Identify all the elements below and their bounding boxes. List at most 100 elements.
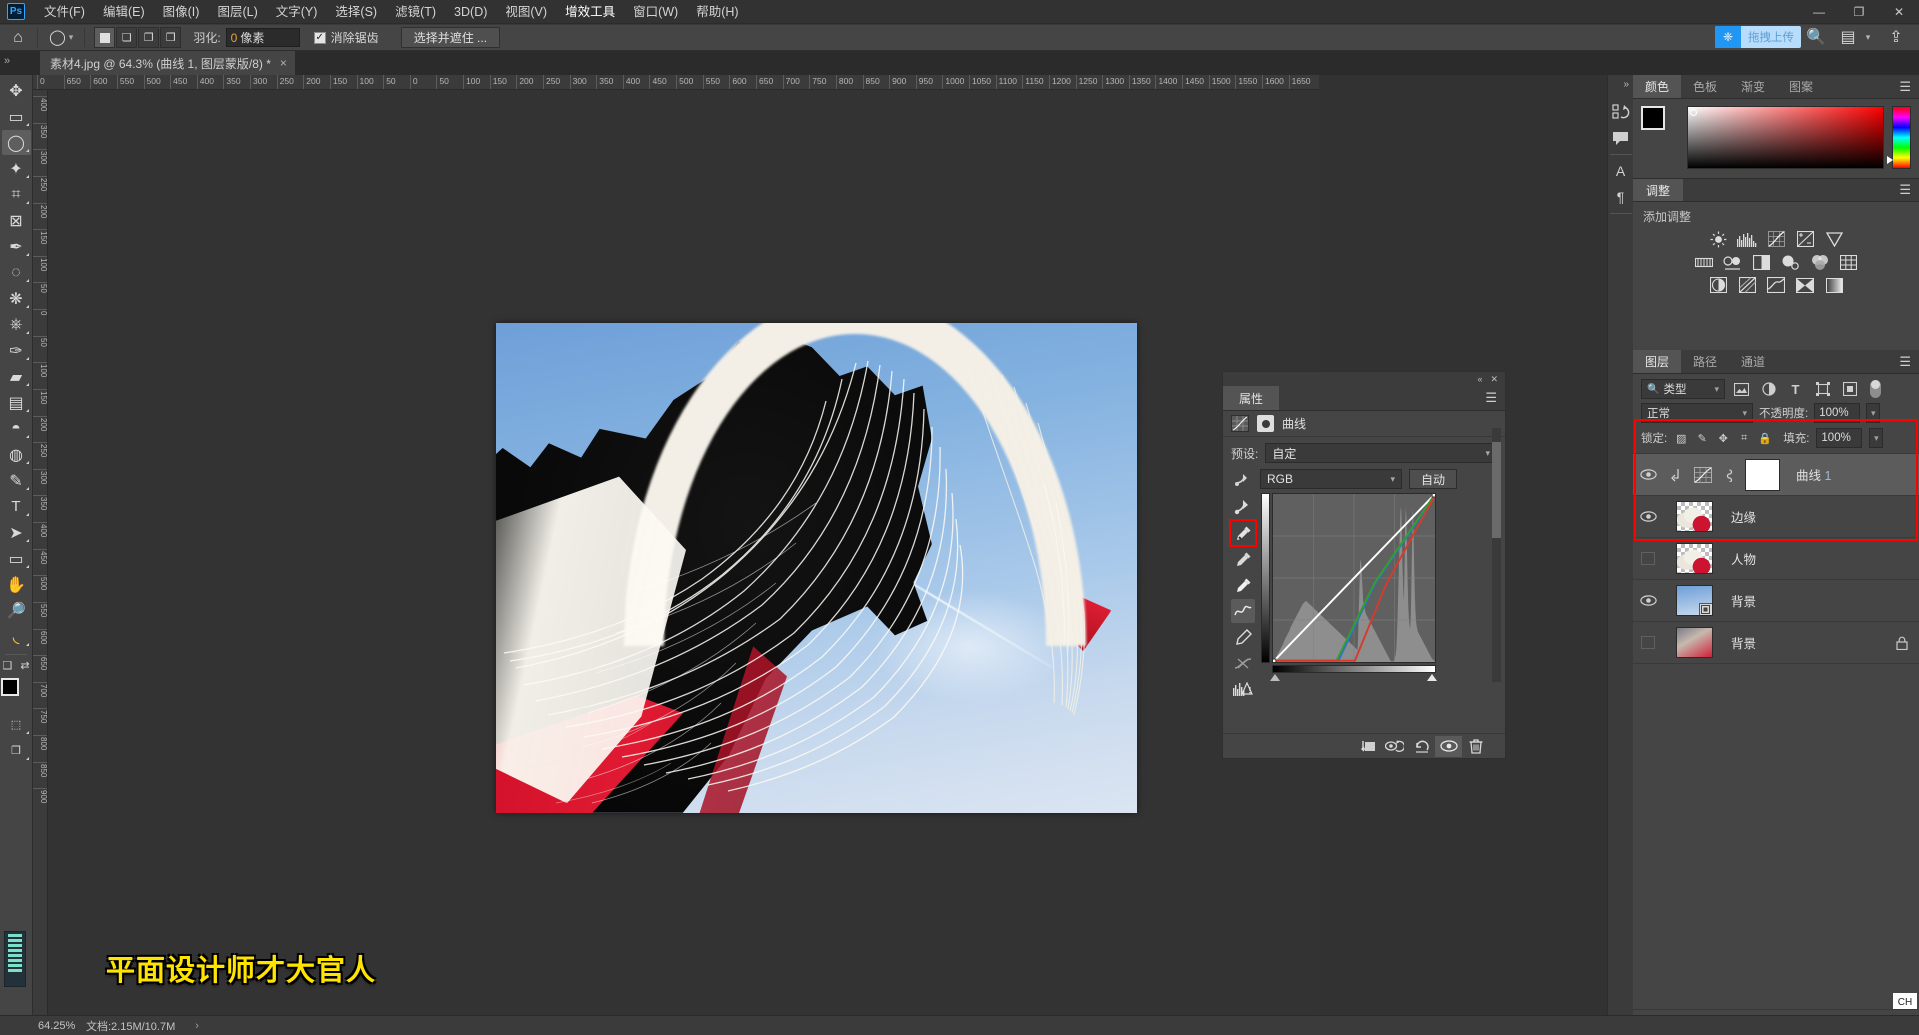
panel-menu-icon[interactable]: ☰ [1891,75,1919,98]
vibrance-icon[interactable] [1824,230,1844,248]
search-icon[interactable]: 🔍 [1805,26,1827,48]
layer-thumbnail[interactable] [1663,627,1725,658]
lock-image-pixels-icon[interactable]: ✎ [1695,430,1709,446]
curves-icon[interactable] [1766,230,1786,248]
spot-healing-brush-tool[interactable]: ◌ [2,260,31,285]
character-icon[interactable]: A [1609,158,1633,184]
restore-icon[interactable]: ❐ [1839,0,1879,24]
eraser-tool[interactable]: ▰ [2,364,31,389]
menu-type[interactable]: 文字(Y) [267,1,327,23]
select-and-mask-button[interactable]: 选择并遮住 ... [400,27,501,48]
menu-window[interactable]: 窗口(W) [624,1,687,23]
filter-kind-dropdown[interactable]: 🔍 类型 ▾ [1641,379,1725,399]
feather-input[interactable]: 0 像素 [225,28,300,47]
lock-all-icon[interactable]: 🔒 [1758,430,1772,446]
hue-slider-thumb[interactable] [1887,156,1893,164]
filter-shape-icon[interactable] [1812,379,1833,399]
blend-mode-dropdown[interactable]: 正常 ▾ [1641,403,1753,423]
hand-tool[interactable]: ✋ [2,572,31,597]
delete-adjustment-button[interactable] [1462,736,1489,757]
notes-icon[interactable] [1609,125,1633,151]
selective-color-icon[interactable] [1795,276,1815,294]
history-brush-tool[interactable]: ✑ [2,338,31,363]
lock-artboard-icon[interactable]: ⌗ [1737,430,1751,446]
photo-filter-icon[interactable] [1781,253,1801,271]
toggle-visibility-button[interactable] [1435,735,1462,757]
pencil-draw-curve-tool[interactable] [1231,625,1255,649]
curve-point-tool[interactable] [1231,599,1255,623]
status-expand-icon[interactable]: › [195,1020,199,1032]
layer-name[interactable]: 背景 [1725,633,1885,652]
antialias-checkbox[interactable]: ✓ [313,31,326,44]
close-icon[interactable]: ✕ [1490,374,1498,385]
zoom-tool[interactable]: 🔎 [2,598,31,623]
fill-chevron-down-icon[interactable]: ▾ [1869,428,1884,448]
table-row[interactable]: 背景 [1633,622,1919,664]
foreground-color-swatch[interactable] [1641,106,1665,130]
canvas-area[interactable]: 平面设计师才大官人 [48,90,1319,1015]
black-white-icon[interactable] [1752,253,1772,271]
layer-visibility-toggle[interactable] [1633,595,1663,606]
history-icon[interactable] [1609,99,1633,125]
menu-view[interactable]: 视图(V) [496,1,556,23]
tab-gradients[interactable]: 渐变 [1729,75,1777,98]
pen-tool[interactable]: ✎ [2,468,31,493]
banana-tool[interactable]: ◟ [2,624,31,649]
set-white-point-eyedropper[interactable] [1231,573,1255,597]
histogram-warning-icon[interactable] [1231,677,1255,701]
rectangle-tool[interactable]: ▭ [2,546,31,571]
color-field[interactable] [1687,106,1884,169]
brightness-contrast-icon[interactable] [1708,230,1728,248]
close-icon[interactable]: × [280,56,287,70]
lasso-tool[interactable]: ◯ [1,130,31,155]
layer-thumbnail[interactable] [1663,585,1725,616]
type-tool[interactable]: T [2,494,31,519]
channel-mixer-icon[interactable] [1810,253,1830,271]
blur-tool[interactable]: ◓ [2,416,31,441]
lock-transparent-pixels-icon[interactable]: ▨ [1674,430,1688,446]
layer-visibility-toggle[interactable] [1633,511,1663,522]
fill-value[interactable]: 100% [1816,428,1863,448]
swap-colors-icon[interactable]: ⇄ [20,659,29,672]
close-icon[interactable]: ✕ [1879,0,1919,24]
gradient-tool[interactable]: ▤ [2,390,31,415]
share-icon[interactable]: ⇪ [1885,26,1907,48]
tab-layers[interactable]: 图层 [1633,350,1682,373]
curves-graph[interactable] [1272,493,1436,663]
menu-image[interactable]: 图像(I) [154,1,209,23]
expand-panels-icon[interactable]: » [1623,79,1629,90]
chevron-down-icon[interactable]: ▾ [1857,26,1879,48]
clip-to-layer-button[interactable] [1354,736,1381,757]
minimize-icon[interactable]: — [1799,0,1839,24]
layer-visibility-toggle[interactable] [1633,636,1663,649]
tool-preset-picker[interactable]: ◯ ▾ [45,30,77,45]
tab-color[interactable]: 颜色 [1633,75,1682,98]
collapse-icon[interactable]: « [1477,374,1482,384]
screen-mode-icon[interactable]: ❐ [2,738,31,763]
cloud-upload-widget[interactable]: ❈ 拖拽上传 [1715,26,1801,48]
filter-adjustment-icon[interactable] [1758,379,1779,399]
set-gray-point-eyedropper[interactable] [1231,547,1255,571]
menu-layer[interactable]: 图层(L) [208,1,266,23]
tab-properties[interactable]: 属性 [1223,386,1280,410]
layer-visibility-toggle[interactable] [1633,552,1663,565]
target-adjust-icon[interactable] [1231,495,1255,519]
filter-smart-object-icon[interactable] [1839,379,1860,399]
channel-dropdown[interactable]: RGB ▾ [1260,469,1402,489]
layer-name[interactable]: 人物 [1725,549,1919,568]
reset-button[interactable] [1408,736,1435,757]
edit-toolbar-icon[interactable]: ❑ [2,659,12,672]
curves-thumbnail-icon[interactable] [1694,466,1712,483]
collapse-panels-icon[interactable]: » [4,55,10,67]
filter-enable-toggle[interactable] [1870,380,1881,398]
layer-thumbnail[interactable] [1663,501,1725,532]
table-row[interactable]: 曲线 1 [1633,454,1919,496]
menu-filter[interactable]: 滤镜(T) [386,1,445,23]
hue-saturation-icon[interactable] [1694,253,1714,271]
smooth-curve-icon[interactable] [1231,651,1255,675]
dodge-tool[interactable]: ◍ [2,442,31,467]
table-row[interactable]: 边缘 [1633,496,1919,538]
layer-mask-thumbnail[interactable] [1734,458,1790,491]
opacity-chevron-down-icon[interactable]: ▾ [1866,403,1881,423]
color-balance-icon[interactable] [1723,253,1743,271]
